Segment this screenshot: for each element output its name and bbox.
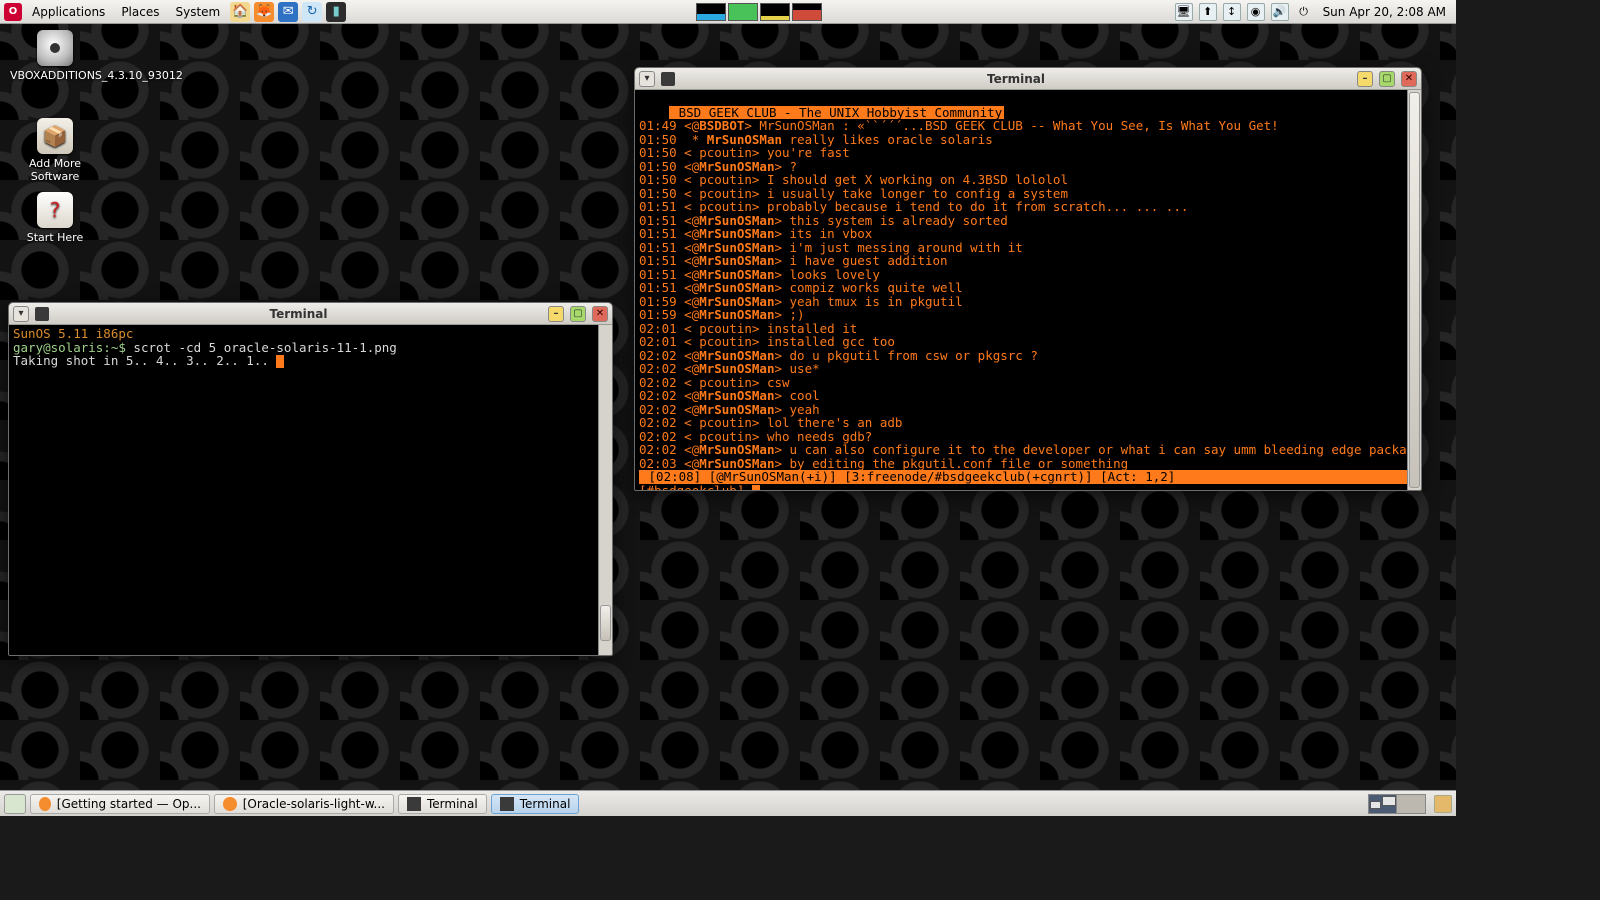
terminal-launcher-icon[interactable]: ▮ (326, 2, 346, 22)
workspace-2[interactable] (1397, 795, 1425, 813)
task-label: [Getting started — Op... (57, 797, 201, 811)
terminal-window-right: ▾ Terminal – ▢ ✕ BSD GEEK CLUB - The UNI… (634, 67, 1422, 491)
titlebar[interactable]: ▾ Terminal – ▢ ✕ (9, 303, 612, 325)
irc-topic-bar: BSD GEEK CLUB - The UNIX Hobbyist Commun… (669, 106, 1004, 120)
accessibility-icon[interactable]: ◉ (1247, 3, 1265, 21)
desktop-icon-label: Add More Software (10, 157, 100, 183)
network-icon[interactable]: ↕ (1223, 3, 1241, 21)
close-button[interactable]: ✕ (1401, 71, 1417, 87)
window-menu-button[interactable]: ▾ (639, 71, 655, 87)
desktop-icon-add-software[interactable]: 📦 Add More Software (10, 118, 100, 183)
minimize-button[interactable]: – (1357, 71, 1373, 87)
titlebar[interactable]: ▾ Terminal – ▢ ✕ (635, 68, 1421, 90)
optical-disc-icon (37, 30, 73, 66)
terminal-window-left: ▾ Terminal – ▢ ✕ SunOS 5.11 i86pc gary@s… (8, 302, 613, 656)
desktop-icon-start-here[interactable]: ? Start Here (10, 192, 100, 244)
workspace-switcher[interactable] (1368, 794, 1426, 814)
maximize-button[interactable]: ▢ (570, 306, 586, 322)
terminal-icon (661, 72, 675, 86)
terminal-icon (35, 307, 49, 321)
applications-menu[interactable]: Applications (26, 3, 111, 21)
system-monitor-applet[interactable] (696, 3, 822, 21)
package-update-icon[interactable]: ⬆ (1199, 3, 1217, 21)
window-title: Terminal (681, 72, 1351, 86)
task-button[interactable]: Terminal (398, 794, 487, 814)
trash-icon[interactable] (1434, 795, 1452, 813)
cursor (276, 355, 284, 368)
bottom-panel: [Getting started — Op... [Oracle-solaris… (0, 790, 1456, 816)
terminal-icon (500, 797, 514, 811)
desktop-icon-vbox-additions[interactable]: VBOXADDITIONS_4.3.10_93012 (10, 30, 100, 82)
firefox-icon[interactable]: 🦊 (254, 2, 274, 22)
close-button[interactable]: ✕ (592, 306, 608, 322)
package-icon: 📦 (37, 118, 73, 154)
terminal-content[interactable]: SunOS 5.11 i86pc gary@solaris:~$ scrot -… (9, 325, 612, 655)
scrollbar-thumb[interactable] (600, 605, 611, 641)
task-button[interactable]: [Getting started — Op... (30, 794, 210, 814)
desktop-icon-label: Start Here (10, 231, 100, 244)
show-desktop-button[interactable] (4, 794, 26, 814)
irc-status-bar: [02:08] [@MrSunOSMan(+i)] [3:freenode/#b… (639, 470, 1417, 484)
scrollbar[interactable] (1407, 90, 1421, 490)
top-panel: O Applications Places System 🏠 🦊 ✉ ↻ ▮ 🖥… (0, 0, 1456, 24)
volume-icon[interactable]: 🔊 (1271, 3, 1289, 21)
help-icon: ? (37, 192, 73, 228)
display-settings-icon[interactable]: 🖥 (1175, 3, 1193, 21)
workspace-1[interactable] (1369, 795, 1397, 813)
firefox-icon (39, 797, 51, 811)
task-button-active[interactable]: Terminal (491, 794, 580, 814)
window-title: Terminal (55, 307, 542, 321)
task-button[interactable]: [Oracle-solaris-light-w... (214, 794, 394, 814)
distributor-logo-icon[interactable]: O (4, 3, 22, 21)
maximize-button[interactable]: ▢ (1379, 71, 1395, 87)
cursor (752, 485, 760, 491)
system-menu[interactable]: System (169, 3, 226, 21)
window-menu-button[interactable]: ▾ (13, 306, 29, 322)
scrollbar[interactable] (598, 325, 612, 655)
update-icon[interactable]: ↻ (302, 2, 322, 22)
places-menu[interactable]: Places (115, 3, 165, 21)
task-label: [Oracle-solaris-light-w... (243, 797, 385, 811)
minimize-button[interactable]: – (548, 306, 564, 322)
home-folder-icon[interactable]: 🏠 (230, 2, 250, 22)
task-label: Terminal (427, 797, 478, 811)
irc-input-prompt[interactable]: [#bsdgeekclub] (639, 483, 752, 491)
firefox-icon (223, 797, 237, 811)
thunderbird-icon[interactable]: ✉ (278, 2, 298, 22)
scrollbar-thumb[interactable] (1409, 92, 1420, 488)
terminal-icon (407, 797, 421, 811)
text-line: Taking shot in 5.. 4.. 3.. 2.. 1.. (13, 353, 276, 368)
power-icon[interactable]: ⏻ (1295, 3, 1313, 21)
task-label: Terminal (520, 797, 571, 811)
clock[interactable]: Sun Apr 20, 2:08 AM (1317, 5, 1452, 19)
terminal-content[interactable]: BSD GEEK CLUB - The UNIX Hobbyist Commun… (635, 90, 1421, 490)
desktop-icon-label: VBOXADDITIONS_4.3.10_93012 (10, 69, 100, 82)
